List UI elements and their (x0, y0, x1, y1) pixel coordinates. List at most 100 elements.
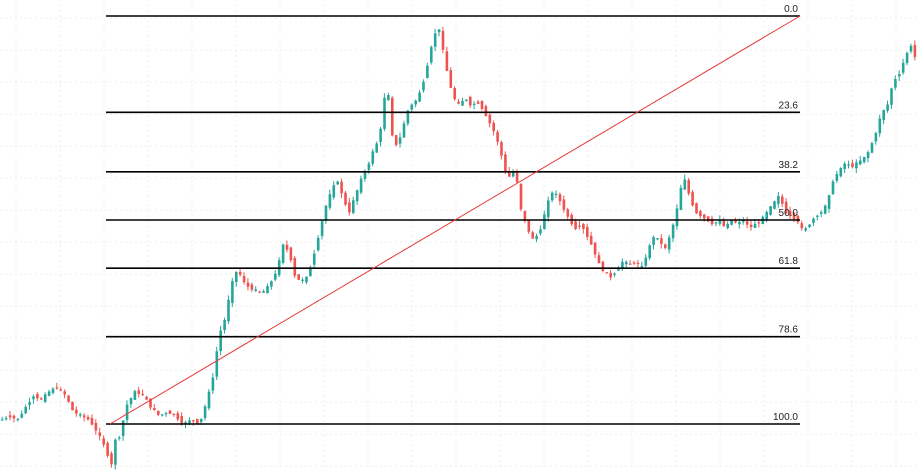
candle-up (769, 205, 772, 216)
candle-up (714, 221, 718, 227)
candle-down (67, 394, 70, 403)
candle-down (589, 231, 593, 245)
chart-area[interactable]: 0.0 23.6 38.2 50.0 61.8 78.6 100.0 (0, 0, 918, 470)
candle-down (238, 268, 242, 277)
candle-up (820, 210, 823, 218)
candle-up (437, 29, 441, 37)
candle-up (539, 225, 542, 236)
candle-up (387, 92, 390, 101)
candle-down (601, 260, 605, 273)
candle-up (410, 103, 414, 113)
candle-down (480, 100, 484, 111)
candle-down (519, 183, 523, 212)
candle-down (484, 104, 488, 117)
candle-down (609, 269, 612, 281)
candle-down (348, 197, 351, 216)
candle-up (644, 254, 648, 268)
candle-up (550, 191, 554, 203)
candle-down (749, 220, 753, 231)
candle-down (605, 272, 609, 274)
candle-up (332, 181, 336, 200)
fib-level-label: 50.0 (779, 208, 799, 219)
candle-up (726, 221, 729, 230)
fib-level-label: 61.8 (779, 256, 799, 267)
candle-up (402, 120, 406, 138)
candle-up (235, 271, 238, 287)
candle-up (277, 257, 281, 277)
candle-up (765, 210, 768, 223)
candle-up (905, 51, 909, 66)
candle-down (745, 216, 749, 229)
candle-down (8, 411, 12, 421)
candle-up (901, 58, 905, 75)
candle-down (628, 260, 632, 265)
candle-up (679, 184, 683, 211)
candle-down (12, 414, 16, 423)
candle-down (441, 26, 445, 54)
candle-down (706, 216, 710, 223)
candle-down (449, 67, 453, 89)
candle-up (835, 170, 839, 183)
candle-up (890, 87, 893, 109)
candle-up (352, 196, 355, 215)
candle-up (866, 150, 870, 163)
candle-down (578, 220, 581, 230)
candle-up (79, 412, 82, 418)
candle-down (597, 252, 601, 264)
candle-down (781, 193, 784, 208)
candle-up (847, 160, 850, 169)
candle-up (882, 109, 885, 125)
candle-down (153, 403, 156, 411)
candle-up (652, 235, 655, 250)
candle-up (870, 141, 874, 154)
candle-down (558, 192, 562, 206)
candle-up (886, 100, 889, 113)
candle-up (20, 410, 24, 419)
candle-up (203, 404, 207, 421)
candle-down (63, 389, 66, 399)
candle-up (683, 174, 687, 191)
candle-up (227, 295, 230, 324)
candle-up (812, 217, 815, 227)
candle-up (808, 224, 811, 229)
candle-down (566, 207, 570, 220)
candle-down (632, 260, 636, 265)
candle-up (51, 387, 55, 395)
candle-down (82, 413, 86, 422)
fib-level-label: 78.6 (779, 325, 799, 336)
candle-down (141, 389, 144, 396)
candle-down (722, 217, 726, 227)
candle-up (894, 75, 897, 91)
candle-up (160, 414, 164, 417)
candle-up (211, 373, 215, 394)
candle-up (773, 200, 776, 210)
candle-up (231, 277, 234, 307)
candle-up (426, 62, 429, 79)
candle-up (207, 389, 211, 411)
candle-down (36, 391, 39, 401)
candle-up (422, 79, 425, 93)
candle-up (28, 397, 31, 410)
candle-down (293, 255, 297, 279)
candle-up (133, 389, 137, 400)
candle-up (909, 43, 913, 54)
candle-up (164, 411, 168, 417)
candle-up (305, 276, 308, 285)
candle-up (640, 261, 644, 268)
candle-up (320, 220, 324, 240)
fibonacci-retracement-chart[interactable]: 0.0 23.6 38.2 50.0 61.8 78.6 100.0 (0, 0, 918, 470)
candle-up (398, 132, 402, 148)
fib-level-label: 38.2 (779, 160, 799, 171)
candle-up (379, 126, 382, 147)
candle-up (254, 286, 258, 292)
candle-up (24, 404, 27, 415)
candle-up (554, 190, 558, 199)
candle-up (430, 45, 433, 65)
candle-up (336, 180, 339, 185)
candle-up (839, 167, 843, 178)
candle-down (391, 96, 394, 137)
candle-up (625, 260, 628, 269)
candle-up (823, 204, 827, 215)
candle-up (804, 226, 807, 232)
candle-up (671, 223, 675, 243)
